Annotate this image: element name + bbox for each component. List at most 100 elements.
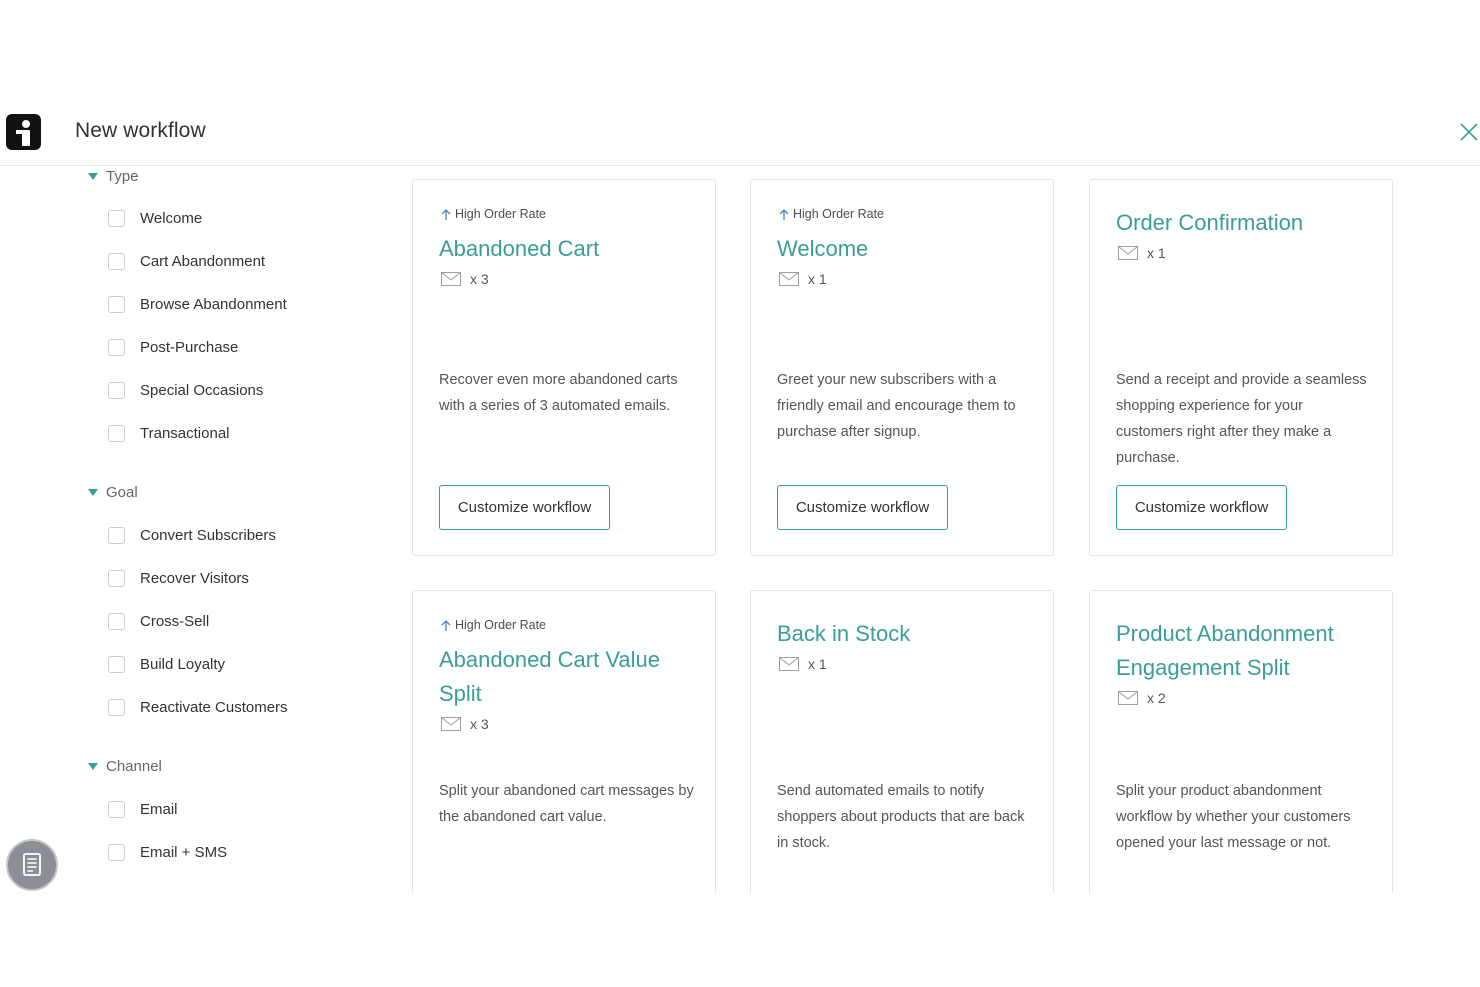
email-count: x 3	[441, 271, 489, 287]
high-order-rate-badge: High Order Rate	[440, 618, 546, 632]
card-title[interactable]: Abandoned Cart Value Split	[439, 643, 699, 711]
email-count: x 1	[779, 271, 827, 287]
caret-down-icon	[88, 489, 98, 496]
card-description: Split your abandoned cart messages by th…	[439, 783, 694, 825]
mail-icon	[779, 657, 799, 671]
card-description: Send a receipt and provide a seamless sh…	[1116, 372, 1367, 466]
checkbox[interactable]	[108, 424, 125, 442]
email-count-label: x 1	[808, 656, 827, 672]
filter-group-label: Type	[106, 168, 139, 185]
filter-group-type[interactable]: Type	[88, 168, 139, 185]
mail-icon	[779, 272, 799, 286]
card-description: Send automated emails to notify shoppers…	[777, 783, 1025, 851]
filter-option-label: Build Loyalty	[140, 655, 226, 673]
card-title[interactable]: Back in Stock	[777, 617, 1037, 651]
page-title: New workflow	[75, 119, 206, 142]
customize-workflow-button[interactable]: Customize workflow	[439, 485, 610, 530]
notes-icon	[23, 853, 41, 876]
workflow-card-welcome[interactable]: High Order Rate Welcome x 1 Greet your n…	[750, 179, 1054, 556]
checkbox[interactable]	[108, 655, 125, 673]
filter-option-label: Post-Purchase	[140, 338, 239, 356]
filter-option-label: Email	[140, 800, 178, 818]
filter-option-special-occasions[interactable]: Special Occasions	[108, 380, 263, 400]
filter-option-transactional[interactable]: Transactional	[108, 423, 230, 443]
customize-workflow-button[interactable]: Customize workflow	[777, 485, 948, 530]
filter-option-email[interactable]: Email	[108, 799, 178, 819]
checkbox[interactable]	[108, 526, 125, 544]
filter-option-welcome[interactable]: Welcome	[108, 208, 202, 228]
filter-option-convert-subscribers[interactable]: Convert Subscribers	[108, 525, 276, 545]
filter-option-label: Cross-Sell	[140, 612, 210, 630]
email-count-label: x 3	[470, 716, 489, 732]
badge-label: High Order Rate	[455, 207, 547, 221]
email-count: x 2	[1118, 690, 1166, 706]
workflow-card-abandoned-cart-value-split[interactable]: High Order Rate Abandoned Cart Value Spl…	[412, 590, 716, 893]
filter-option-cart-abandonment[interactable]: Cart Abandonment	[108, 251, 265, 271]
workflow-card-back-in-stock[interactable]: Back in Stock x 1 Send automated emails …	[750, 590, 1054, 893]
card-title[interactable]: Welcome	[777, 232, 1037, 266]
checkbox[interactable]	[108, 209, 125, 227]
filter-option-label: Recover Visitors	[140, 569, 249, 587]
card-title[interactable]: Product Abandonment Engagement Split	[1116, 617, 1376, 685]
card-description: Greet your new subscribers with a friend…	[777, 372, 1016, 440]
mail-icon	[441, 717, 461, 731]
filter-option-browse-abandonment[interactable]: Browse Abandonment	[108, 294, 287, 314]
filter-option-reactivate-customers[interactable]: Reactivate Customers	[108, 697, 288, 717]
filter-group-label: Channel	[106, 758, 162, 775]
badge-label: High Order Rate	[455, 618, 547, 632]
caret-down-icon	[88, 173, 98, 180]
checkbox[interactable]	[108, 800, 125, 818]
filter-option-label: Welcome	[140, 209, 203, 227]
filter-option-label: Email + SMS	[140, 843, 228, 861]
filter-option-label: Cart Abandonment	[140, 252, 266, 270]
card-title[interactable]: Order Confirmation	[1116, 206, 1376, 240]
checkbox[interactable]	[108, 381, 125, 399]
checkbox[interactable]	[108, 612, 125, 630]
filter-sidebar: Type Welcome Cart Abandonment Browse Aba…	[0, 166, 380, 893]
filter-option-label: Reactivate Customers	[140, 698, 288, 716]
card-title[interactable]: Abandoned Cart	[439, 232, 699, 266]
new-workflow-modal: New workflow Type Welcome Cart Abandonme…	[0, 100, 1480, 893]
workflow-card-order-confirmation[interactable]: Order Confirmation x 1 Send a receipt an…	[1089, 179, 1393, 556]
filter-option-post-purchase[interactable]: Post-Purchase	[108, 337, 238, 357]
email-count-label: x 1	[808, 271, 827, 287]
filter-option-cross-sell[interactable]: Cross-Sell	[108, 611, 209, 631]
card-description: Split your product abandonment workflow …	[1116, 783, 1351, 851]
card-description: Recover even more abandoned carts with a…	[439, 372, 678, 414]
close-icon[interactable]	[1458, 121, 1480, 143]
email-count-label: x 3	[470, 271, 489, 287]
filter-group-channel[interactable]: Channel	[88, 758, 162, 775]
checkbox[interactable]	[108, 252, 125, 270]
modal-header: New workflow	[0, 100, 1480, 166]
workflow-card-product-abandonment-engagement-split[interactable]: Product Abandonment Engagement Split x 2…	[1089, 590, 1393, 893]
email-count: x 3	[441, 716, 489, 732]
customize-workflow-button[interactable]: Customize workflow	[1116, 485, 1287, 530]
checkbox[interactable]	[108, 698, 125, 716]
filter-group-label: Goal	[106, 484, 138, 501]
notes-fab-button[interactable]	[6, 839, 58, 891]
caret-down-icon	[88, 763, 98, 770]
checkbox[interactable]	[108, 338, 125, 356]
filter-group-goal[interactable]: Goal	[88, 484, 138, 501]
badge-label: High Order Rate	[793, 207, 885, 221]
filter-option-label: Transactional	[140, 424, 230, 442]
checkbox[interactable]	[108, 569, 125, 587]
mail-icon	[1118, 246, 1138, 260]
filter-option-email-sms[interactable]: Email + SMS	[108, 842, 227, 862]
high-order-rate-badge: High Order Rate	[440, 207, 546, 221]
filter-option-label: Browse Abandonment	[140, 295, 287, 313]
arrow-up-icon	[441, 208, 451, 220]
workflow-card-abandoned-cart[interactable]: High Order Rate Abandoned Cart x 3 Recov…	[412, 179, 716, 556]
arrow-up-icon	[441, 619, 451, 631]
filter-option-label: Special Occasions	[140, 381, 264, 399]
filter-option-build-loyalty[interactable]: Build Loyalty	[108, 654, 225, 674]
mail-icon	[1118, 691, 1138, 705]
filter-option-recover-visitors[interactable]: Recover Visitors	[108, 568, 249, 588]
arrow-up-icon	[779, 208, 789, 220]
high-order-rate-badge: High Order Rate	[778, 207, 884, 221]
checkbox[interactable]	[108, 295, 125, 313]
checkbox[interactable]	[108, 843, 125, 861]
email-count: x 1	[1118, 245, 1166, 261]
mail-icon	[441, 272, 461, 286]
brand-logo-icon	[6, 114, 41, 150]
